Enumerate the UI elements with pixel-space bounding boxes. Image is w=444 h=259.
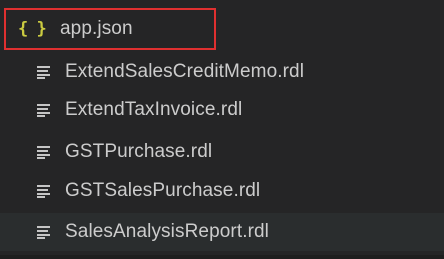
file-item-gstsalespurchase[interactable]: GSTSalesPurchase.rdl bbox=[0, 172, 444, 210]
text-lines-icon bbox=[35, 184, 53, 198]
text-lines-icon bbox=[35, 65, 53, 79]
file-explorer: { } app.json ExtendSalesCreditMemo.rdl E… bbox=[0, 0, 444, 259]
file-name: ExtendSalesCreditMemo.rdl bbox=[65, 61, 305, 82]
file-name: ExtendTaxInvoice.rdl bbox=[65, 99, 243, 120]
panel-bottom-edge bbox=[0, 255, 444, 259]
text-lines-icon bbox=[35, 103, 53, 117]
file-name: GSTSalesPurchase.rdl bbox=[65, 180, 261, 201]
file-item-salesanalysisreport[interactable]: SalesAnalysisReport.rdl bbox=[0, 213, 444, 251]
file-item-extendtaxinvoice[interactable]: ExtendTaxInvoice.rdl bbox=[0, 91, 444, 129]
file-item-gstpurchase[interactable]: GSTPurchase.rdl bbox=[0, 133, 444, 171]
file-item-app-json[interactable]: { } app.json bbox=[0, 10, 444, 48]
json-braces-icon: { } bbox=[18, 19, 47, 39]
file-name: SalesAnalysisReport.rdl bbox=[65, 221, 269, 242]
file-name: GSTPurchase.rdl bbox=[65, 141, 213, 162]
text-lines-icon bbox=[35, 225, 53, 239]
text-lines-icon bbox=[35, 145, 53, 159]
file-item-extendsalescreditmemo[interactable]: ExtendSalesCreditMemo.rdl bbox=[0, 53, 444, 91]
file-name: app.json bbox=[60, 18, 133, 39]
